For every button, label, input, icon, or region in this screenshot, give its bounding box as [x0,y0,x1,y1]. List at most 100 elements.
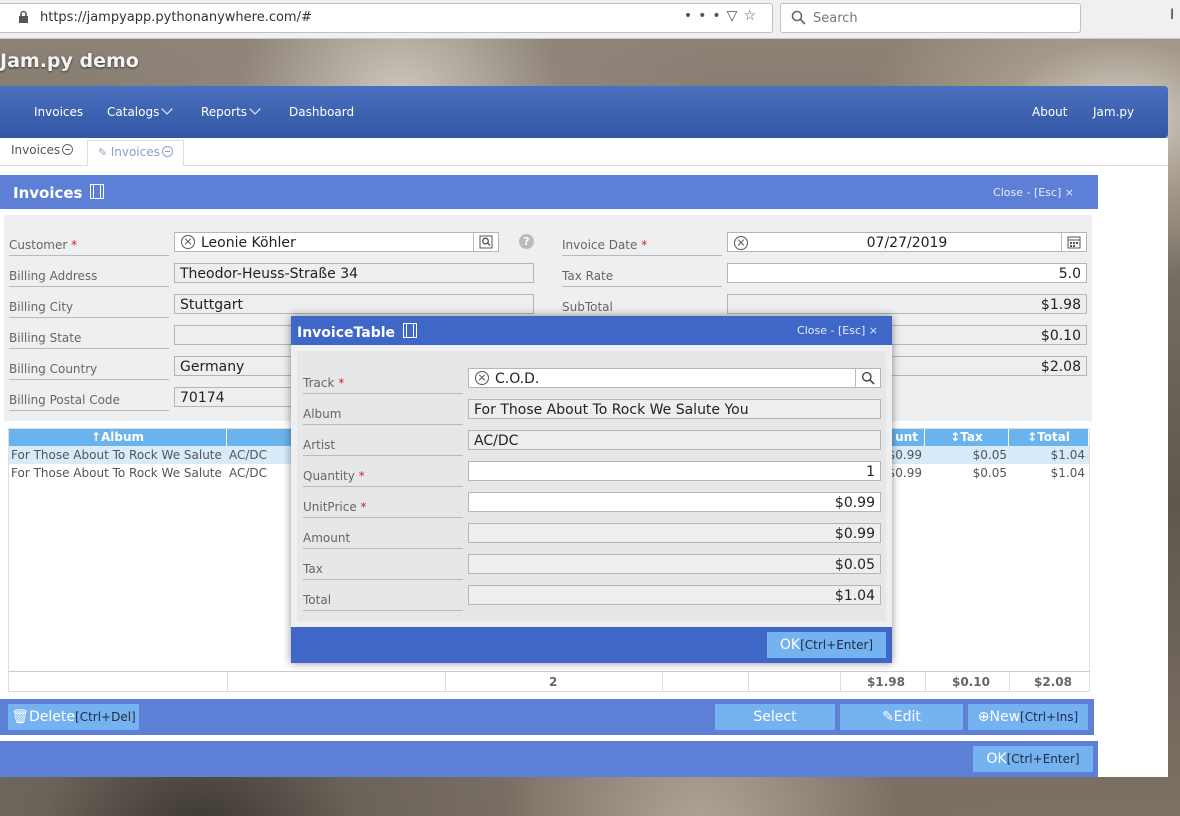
form-title-text: Invoices [13,184,83,202]
customer-label-text: Customer [9,238,68,252]
cell-tax: $0.05 [972,448,1007,462]
film-icon[interactable] [403,323,418,338]
column-header-album[interactable]: ↑Album [9,429,227,446]
form-close-button[interactable]: Close - [Esc] × [993,186,1074,199]
new-button[interactable]: ⊕New[Ctrl+Ins] [968,704,1088,730]
nav-dashboard[interactable]: Dashboard [289,105,354,119]
ok-label: OK [986,751,1007,767]
table-actions-bar: 🗑Delete[Ctrl+Del] Select ✎Edit ⊕New[Ctrl… [0,699,1094,735]
nav-jampy[interactable]: Jam.py [1093,105,1134,119]
delete-button[interactable]: 🗑Delete[Ctrl+Del] [8,704,139,730]
clear-icon[interactable] [475,371,489,385]
tab-strip: Invoices ✎ Invoices [0,138,1168,166]
dialog-ok-button[interactable]: OK[Ctrl+Enter] [767,632,886,658]
quantity-field[interactable]: 1 [468,461,881,481]
form-title: Invoices [13,183,105,202]
bookmark-star-icon[interactable]: ☆ [743,8,762,24]
edit-icon: ✎ [98,146,111,159]
tab-invoices-edit[interactable]: ✎ Invoices [87,140,184,166]
lookup-button[interactable] [473,233,498,251]
nav-reports[interactable]: Reports [201,103,261,119]
customer-field[interactable]: Leonie Köhler [174,232,499,252]
lock-icon [19,10,28,23]
dialog-footer: OK[Ctrl+Enter] [291,627,892,663]
address-bar[interactable]: https://jampyapp.pythonanywhere.com/# ••… [0,3,773,33]
column-header-tax[interactable]: ↕Tax [925,429,1009,446]
nav-reports-label: Reports [201,105,248,119]
track-label-text: Track [303,376,335,390]
invoice-date-label-text: Invoice Date [562,238,638,252]
cell-artist: AC/DC [229,448,268,462]
help-icon[interactable]: ? [519,234,534,249]
nav-invoices[interactable]: Invoices [34,105,83,119]
artist-label: Artist [303,438,463,456]
cell-album: For Those About To Rock We Salute [11,466,222,480]
search-input[interactable]: Search [780,3,1081,33]
cell-artist: AC/DC [229,466,268,480]
nav-catalogs-label: Catalogs [107,105,160,119]
pocket-icon[interactable]: ▽ [727,8,744,24]
amount-field[interactable]: $0.99 [468,523,881,543]
new-label: New [989,709,1021,725]
column-header-total[interactable]: ↕Total [1009,429,1089,446]
tab-invoices-list[interactable]: Invoices [11,143,74,157]
search-icon [861,371,875,385]
calendar-icon [1067,236,1081,249]
quantity-label: Quantity * [303,469,463,487]
unitprice-field[interactable]: $0.99 [468,492,881,512]
close-tab-icon[interactable] [161,146,173,157]
close-tab-icon[interactable] [62,144,74,155]
cell-album: For Those About To Rock We Salute [11,448,222,462]
tax-rate-field[interactable]: 5.0 [727,263,1087,283]
chevron-down-icon [161,103,174,115]
form-footer: OK[Ctrl+Enter] [0,741,1098,777]
subtotal-field[interactable]: $1.98 [727,294,1087,314]
select-button[interactable]: Select [715,704,835,730]
more-icon[interactable]: ••• [684,8,727,24]
film-icon[interactable] [90,184,105,199]
customer-value: Leonie Köhler [201,235,296,251]
page-actions[interactable]: •••▽☆ [684,8,762,24]
form-header: Invoices Close - [Esc] × [0,175,1098,209]
total-field[interactable]: $1.04 [468,585,881,605]
dialog-header: InvoiceTable Close - [Esc] × [291,316,892,345]
track-label: Track * [303,376,463,394]
invoice-date-value: 07/27/2019 [866,235,948,251]
clear-icon[interactable] [734,236,748,250]
nav-catalogs[interactable]: Catalogs [107,103,174,119]
cell-tax: $0.05 [972,466,1007,480]
billing-country-label: Billing Country [9,362,169,380]
edit-button[interactable]: ✎Edit [840,704,963,730]
billing-city-field[interactable]: Stuttgart [174,294,534,314]
delete-label: Delete [29,709,76,725]
dialog-title-text: InvoiceTable [297,325,396,341]
unitprice-label-text: UnitPrice [303,500,357,514]
tax-label: Tax [303,562,463,580]
invoice-date-label: Invoice Date * [562,238,722,256]
lookup-icon [479,235,493,249]
url-text[interactable]: https://jampyapp.pythonanywhere.com/# [40,10,312,25]
dialog-close-button[interactable]: Close - [Esc] × [797,324,878,337]
quantity-label-text: Quantity [303,469,355,483]
browser-toolbar: https://jampyapp.pythonanywhere.com/# ••… [0,0,1180,39]
tax-field[interactable]: $0.05 [468,554,881,574]
tab-label: Invoices [11,143,61,157]
tab-label: Invoices [110,145,160,159]
track-field[interactable]: C.O.D. [468,368,881,388]
invoice-date-field[interactable]: 07/27/2019 [727,232,1087,252]
clear-icon[interactable] [181,235,195,249]
edit-label: Edit [893,709,921,725]
invoice-table-dialog: InvoiceTable Close - [Esc] × Track * Alb… [291,316,892,663]
nav-about[interactable]: About [1032,105,1067,119]
ok-label: OK [779,637,801,653]
search-icon [791,10,806,25]
ok-button[interactable]: OK[Ctrl+Enter] [973,746,1093,772]
ok-shortcut: [Ctrl+Enter] [1006,752,1080,766]
calendar-button[interactable] [1061,233,1086,251]
toolbar-overflow-glyph[interactable]: I [1170,7,1174,23]
album-field[interactable]: For Those About To Rock We Salute You [468,399,881,419]
lookup-button[interactable] [855,369,880,387]
artist-field[interactable]: AC/DC [468,430,881,450]
album-label: Album [303,407,463,425]
billing-address-field[interactable]: Theodor-Heuss-Straße 34 [174,263,534,283]
